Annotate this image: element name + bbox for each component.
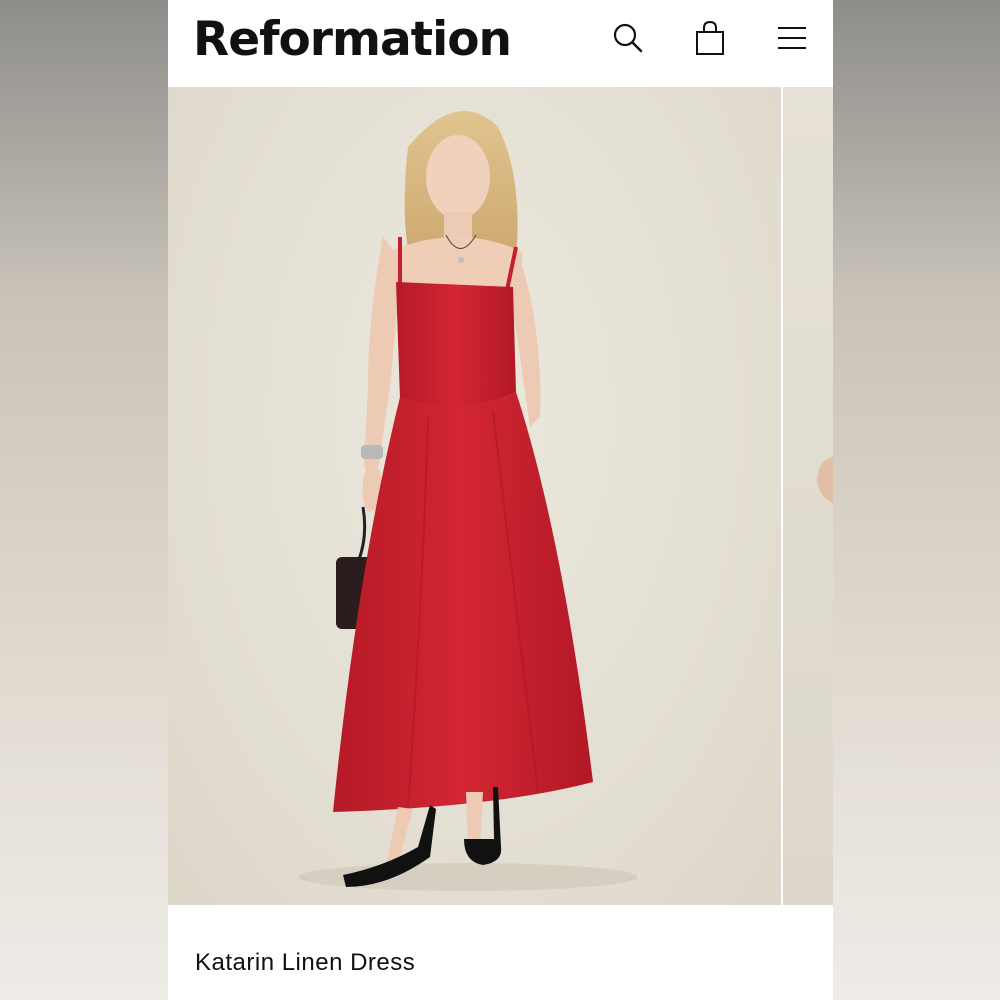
right-blurred-backdrop [833, 0, 1000, 1000]
brand-logo[interactable]: Reformation [193, 10, 512, 70]
product-image-main[interactable] [168, 87, 781, 905]
left-blurred-backdrop [0, 0, 168, 1000]
site-header: Reformation [168, 0, 833, 87]
search-button[interactable] [610, 20, 646, 56]
search-icon [613, 23, 643, 53]
product-image-next-peek[interactable] [783, 87, 833, 905]
product-info: Katarin Linen Dress [168, 905, 833, 1000]
hamburger-menu-icon [778, 27, 806, 49]
product-image-gallery[interactable] [168, 87, 833, 905]
next-image-preview [817, 457, 833, 503]
shopping-bag-icon [696, 20, 724, 55]
menu-button[interactable] [774, 20, 810, 56]
phone-screen: Reformation Katarin Linen Dress [168, 0, 833, 1000]
product-name[interactable]: Katarin Linen Dress [195, 949, 415, 977]
shopping-bag-button[interactable] [692, 20, 728, 56]
model-in-red-dress-image [298, 111, 638, 891]
